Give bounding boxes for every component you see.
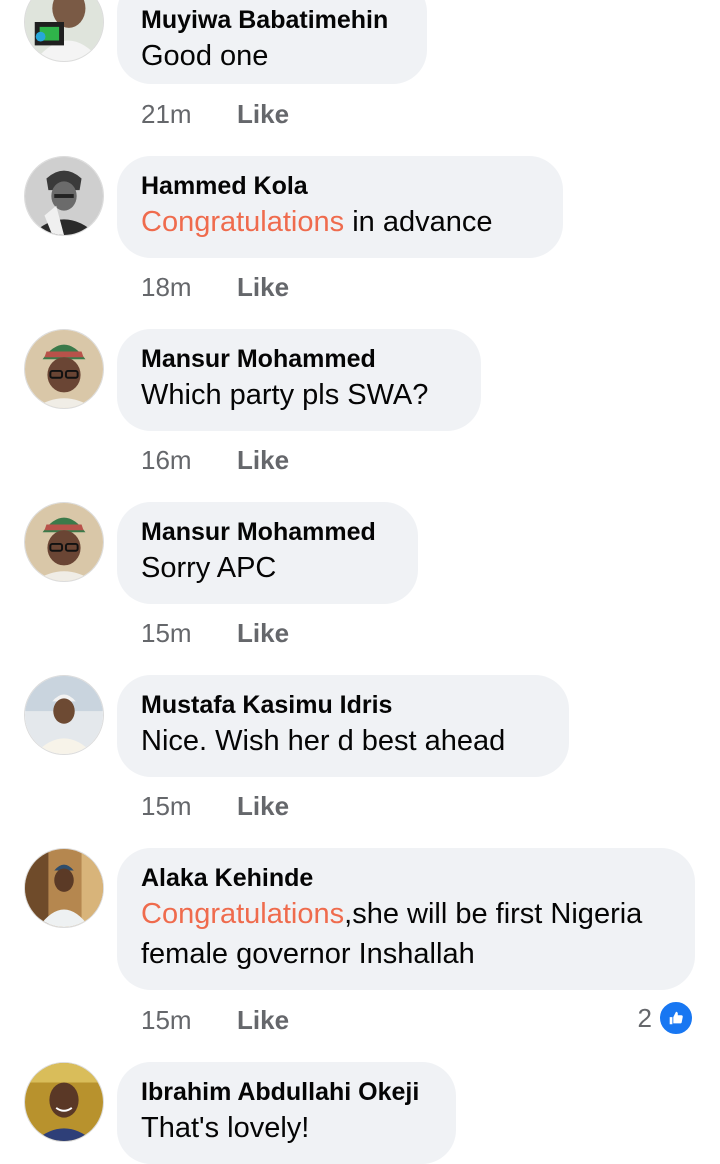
comment-text: Which party pls SWA? (141, 379, 429, 411)
like-button[interactable]: Like (237, 99, 289, 129)
comment-author[interactable]: Hammed Kola (141, 170, 539, 202)
avatar-image (25, 503, 103, 581)
comment-time[interactable]: 21m (141, 99, 237, 129)
avatar-image (25, 849, 103, 927)
like-button[interactable]: Like (237, 272, 289, 302)
avatar[interactable] (24, 502, 104, 582)
comment-text: Congratulations in advance (141, 202, 539, 242)
avatar-image (25, 1063, 103, 1141)
comment-author[interactable]: Ibrahim Abdullahi Okeji (141, 1076, 432, 1108)
avatar[interactable] (24, 156, 104, 236)
comment-author[interactable]: Mustafa Kasimu Idris (141, 689, 545, 721)
comment-time[interactable]: 18m (141, 272, 237, 302)
comment-time[interactable]: 15m (141, 618, 237, 648)
comment-bubble: Ibrahim Abdullahi Okeji That's lovely! (117, 1062, 456, 1164)
avatar[interactable] (24, 848, 104, 928)
comment-author[interactable]: Alaka Kehinde (141, 862, 671, 894)
comment-bubble: Mustafa Kasimu Idris Nice. Wish her d be… (117, 675, 569, 777)
comment-bubble: Hammed Kola Congratulations in advance (117, 156, 563, 258)
comment-meta: 15m Like (141, 618, 289, 648)
avatar-image (25, 157, 103, 235)
comment-bubble: Mansur Mohammed Which party pls SWA? (117, 329, 481, 431)
comment-text: Congratulations,she will be first Nigeri… (141, 894, 671, 974)
reaction-count: 2 (637, 1002, 652, 1033)
comment-text: Nice. Wish her d best ahead (141, 725, 506, 757)
comment-meta: 21m Like (141, 99, 289, 129)
like-button[interactable]: Like (237, 1005, 289, 1035)
comment-bubble: Alaka Kehinde Congratulations,she will b… (117, 848, 695, 990)
comment-time[interactable]: 16m (141, 445, 237, 475)
avatar[interactable] (24, 0, 104, 62)
avatar[interactable] (24, 1062, 104, 1142)
reaction-summary[interactable]: 2 (638, 1000, 694, 1036)
comment-author[interactable]: Muyiwa Babatimehin (141, 4, 403, 36)
comment-meta: 16m Like (141, 445, 289, 475)
comment-bubble: Mansur Mohammed Sorry APC (117, 502, 418, 604)
like-button[interactable]: Like (237, 445, 289, 475)
highlighted-word[interactable]: Congratulations (141, 206, 344, 238)
avatar-image (25, 676, 103, 754)
comment-text-rest: in advance (344, 206, 493, 238)
comment-text: Good one (141, 40, 269, 72)
avatar-image (25, 330, 103, 408)
like-reaction-icon (658, 1000, 694, 1036)
comment-text: Sorry APC (141, 552, 277, 584)
comment-meta: 15m Like (141, 1005, 289, 1035)
avatar[interactable] (24, 329, 104, 409)
avatar-image (25, 0, 103, 61)
like-button[interactable]: Like (237, 618, 289, 648)
like-button[interactable]: Like (237, 791, 289, 821)
comment-time[interactable]: 15m (141, 1005, 237, 1035)
comment-author[interactable]: Mansur Mohammed (141, 516, 394, 548)
comment-meta: 15m Like (141, 791, 289, 821)
avatar[interactable] (24, 675, 104, 755)
comment-time[interactable]: 15m (141, 791, 237, 821)
highlighted-word[interactable]: Congratulations (141, 898, 344, 930)
comment-meta: 18m Like (141, 272, 289, 302)
comment-bubble: Muyiwa Babatimehin Good one (117, 0, 427, 84)
comment-author[interactable]: Mansur Mohammed (141, 343, 457, 375)
comment-text: That's lovely! (141, 1112, 310, 1144)
